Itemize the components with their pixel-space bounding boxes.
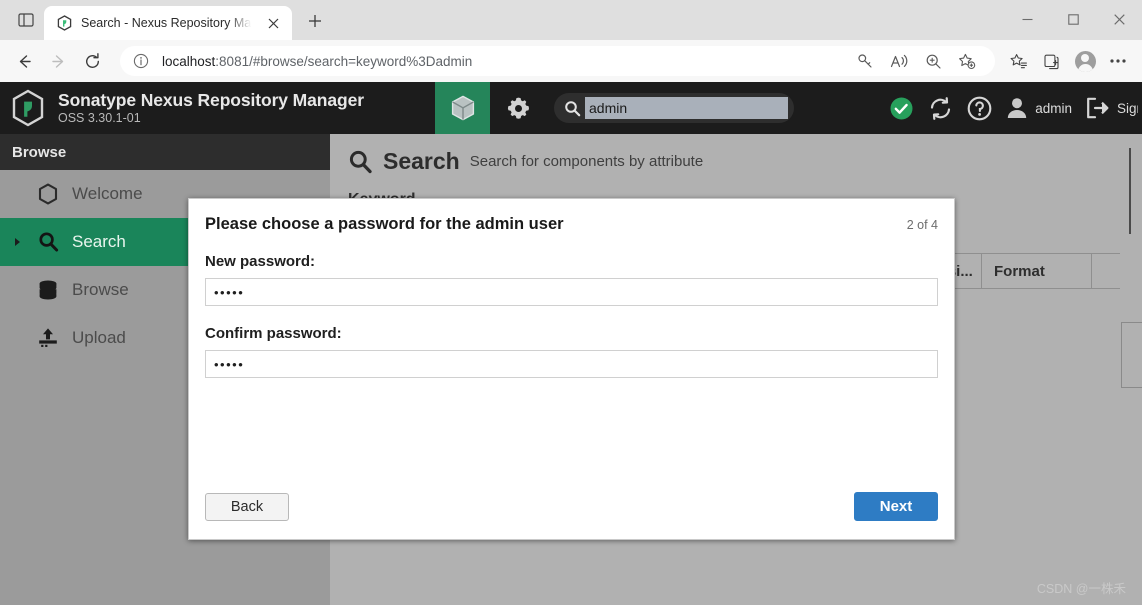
- profile-icon[interactable]: [1069, 45, 1101, 77]
- nexus-search-wrap: admin: [546, 82, 794, 134]
- watermark: CSDN @一株禾: [1036, 582, 1126, 596]
- address-path: :8081/#browse/search=keyword%3Dadmin: [215, 53, 473, 69]
- minimize-button[interactable]: [1004, 0, 1050, 38]
- app-title: Sonatype Nexus Repository Manager: [58, 89, 364, 110]
- sign-out-icon: [1086, 97, 1110, 119]
- nexus-header-actions: admin Sign out: [889, 82, 1142, 134]
- nexus-user[interactable]: admin: [1006, 96, 1072, 120]
- password-wizard-dialog: Please choose a password for the admin u…: [188, 198, 955, 540]
- tab-title: Search - Nexus Repository Mana: [81, 16, 253, 30]
- column-header-format[interactable]: Format: [982, 254, 1092, 288]
- address-bar-actions: [849, 45, 983, 77]
- user-label: admin: [1035, 100, 1072, 116]
- sign-out-label: Sign out: [1117, 100, 1138, 116]
- database-icon: [35, 279, 61, 301]
- search-icon: [35, 231, 61, 253]
- sidebar-item-label: Browse: [72, 280, 129, 299]
- address-bar[interactable]: localhost:8081/#browse/search=keyword%3D…: [120, 46, 995, 76]
- app-version: OSS 3.30.1-01: [58, 110, 141, 125]
- sidebar-item-label: Upload: [72, 328, 126, 347]
- forward-arrow-icon[interactable]: [42, 45, 74, 77]
- nexus-logo: [10, 88, 46, 128]
- status-ok-icon[interactable]: [889, 96, 914, 121]
- page-subtitle: Search for components by attribute: [469, 153, 704, 170]
- panel-divider: [1121, 322, 1142, 388]
- browser-tab[interactable]: Search - Nexus Repository Mana: [44, 6, 292, 40]
- sidebar-item-label: Search: [72, 232, 126, 251]
- tab-actions-icon[interactable]: [8, 3, 44, 37]
- hexagon-icon: [35, 183, 61, 205]
- gear-icon: [506, 96, 531, 121]
- next-button[interactable]: Next: [854, 492, 938, 521]
- user-icon: [1006, 96, 1028, 120]
- close-icon[interactable]: [262, 12, 284, 34]
- address-host: localhost: [162, 53, 216, 69]
- confirm-password-field[interactable]: •••••: [205, 350, 938, 378]
- upload-icon: [35, 327, 61, 349]
- wizard-step-indicator: 2 of 4: [906, 218, 938, 232]
- new-password-field[interactable]: •••••: [205, 278, 938, 306]
- dialog-header: Please choose a password for the admin u…: [205, 215, 938, 234]
- sign-out-button[interactable]: Sign out: [1086, 97, 1138, 119]
- nexus-favicon: [56, 15, 72, 31]
- avatar: [1074, 50, 1096, 72]
- nexus-brand-text: Sonatype Nexus Repository Manager OSS 3.…: [58, 89, 364, 126]
- page-title: Search: [383, 148, 460, 174]
- nexus-search-box[interactable]: admin: [554, 93, 794, 123]
- read-aloud-icon[interactable]: [883, 45, 915, 77]
- zoom-icon[interactable]: [917, 45, 949, 77]
- new-tab-button[interactable]: [300, 6, 330, 36]
- nexus-brand[interactable]: Sonatype Nexus Repository Manager OSS 3.…: [0, 82, 435, 134]
- expand-arrow-icon: [12, 237, 24, 247]
- add-favorite-icon[interactable]: [951, 45, 983, 77]
- address-bar-text: localhost:8081/#browse/search=keyword%3D…: [162, 54, 472, 69]
- dialog-title: Please choose a password for the admin u…: [205, 215, 564, 233]
- refresh-icon[interactable]: [928, 96, 953, 121]
- nexus-browse-tab[interactable]: [435, 82, 490, 134]
- settings-more-icon[interactable]: [1102, 45, 1134, 77]
- back-arrow-icon[interactable]: [8, 45, 40, 77]
- window-controls: [1004, 0, 1142, 38]
- dialog-footer: Back Next: [205, 492, 938, 539]
- search-icon: [348, 149, 373, 175]
- back-button[interactable]: Back: [205, 492, 289, 521]
- sidebar-heading: Browse: [0, 134, 330, 170]
- collections-icon[interactable]: [1036, 45, 1068, 77]
- nexus-admin-tab[interactable]: [490, 82, 546, 134]
- reload-icon[interactable]: [76, 45, 108, 77]
- vertical-scrollbar[interactable]: [1129, 148, 1131, 234]
- favorites-icon[interactable]: [1003, 45, 1035, 77]
- info-icon[interactable]: [132, 52, 150, 70]
- browser-navigation-bar: localhost:8081/#browse/search=keyword%3D…: [0, 40, 1142, 82]
- close-window-button[interactable]: [1096, 0, 1142, 38]
- page-header: Search Search for components by attribut…: [330, 134, 1142, 175]
- nexus-header: Sonatype Nexus Repository Manager OSS 3.…: [0, 82, 1142, 134]
- maximize-button[interactable]: [1050, 0, 1096, 38]
- help-icon[interactable]: [967, 96, 992, 121]
- browser-toolbar-right: [1003, 45, 1134, 77]
- key-icon[interactable]: [849, 45, 881, 77]
- confirm-password-label: Confirm password:: [205, 325, 342, 342]
- results-table-header: rsi... Format: [930, 253, 1120, 289]
- sidebar-item-label: Welcome: [72, 184, 143, 203]
- cube-icon: [450, 94, 476, 122]
- search-icon: [564, 100, 581, 117]
- column-header-extra[interactable]: [1092, 254, 1120, 288]
- browser-window: Search - Nexus Repository Mana localhost…: [0, 0, 1142, 605]
- new-password-label: New password:: [205, 253, 316, 270]
- search-input[interactable]: admin: [585, 97, 788, 119]
- tab-strip: Search - Nexus Repository Mana: [0, 0, 1142, 40]
